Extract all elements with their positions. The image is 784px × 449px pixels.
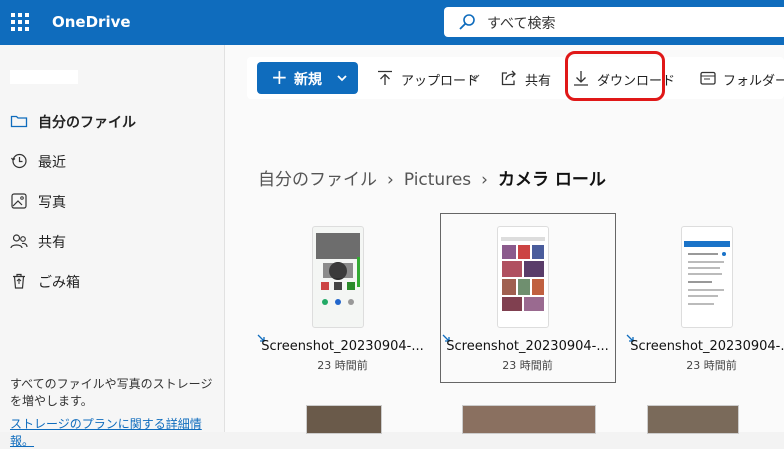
chevron-right-icon: › bbox=[387, 170, 394, 190]
plus-icon: + bbox=[271, 65, 288, 89]
file-name: Screenshot_20230904-... bbox=[446, 339, 609, 354]
search-input[interactable]: すべて検索 bbox=[487, 13, 555, 33]
file-tile[interactable]: Screenshot_20230904-... 23 時間前 bbox=[441, 212, 614, 372]
sidebar-item-label: 写真 bbox=[38, 195, 66, 211]
trash-icon bbox=[13, 273, 25, 289]
sidebar-item-my-files[interactable]: 自分のファイル bbox=[0, 105, 224, 139]
clock-icon bbox=[11, 153, 27, 169]
people-icon bbox=[10, 234, 28, 249]
file-thumbnail[interactable] bbox=[306, 405, 382, 434]
sidebar-item-recent[interactable]: 最近 bbox=[0, 145, 224, 179]
file-thumbnail bbox=[497, 226, 549, 328]
sidebar-item-label: 自分のファイル bbox=[38, 115, 136, 131]
breadcrumb-item[interactable]: 自分のファイル bbox=[258, 170, 377, 190]
storage-plans-link[interactable]: ストレージのプランに関する詳細情報。 bbox=[10, 415, 224, 449]
file-thumbnail bbox=[312, 226, 364, 328]
storage-promo-text: すべてのファイルや写真のストレージを増やします。 bbox=[10, 377, 213, 408]
share-label: 共有 bbox=[525, 74, 552, 89]
breadcrumb: 自分のファイル › Pictures › カメラ ロール bbox=[258, 165, 606, 190]
folder-icon bbox=[700, 71, 716, 85]
breadcrumb-item[interactable]: Pictures bbox=[404, 170, 471, 190]
sidebar-item-label: 共有 bbox=[38, 235, 66, 251]
account-name bbox=[10, 70, 78, 84]
file-thumbnail[interactable] bbox=[462, 405, 596, 434]
top-bar: OneDrive すべて検索 bbox=[0, 0, 784, 45]
breadcrumb-current: カメラ ロール bbox=[497, 170, 606, 190]
upload-label: アップロード bbox=[401, 74, 480, 89]
file-thumbnail[interactable] bbox=[647, 405, 739, 434]
command-bar: + 新規 アップロード 共有 ダウンロード フォルダー bbox=[247, 57, 784, 99]
annotation-highlight bbox=[565, 51, 665, 101]
sidebar-item-shared[interactable]: 共有 bbox=[0, 225, 224, 259]
upload-icon bbox=[378, 70, 392, 85]
app-title[interactable]: OneDrive bbox=[52, 13, 131, 31]
sidebar-item-recycle-bin[interactable]: ごみ箱 bbox=[0, 265, 224, 299]
new-button[interactable]: + 新規 bbox=[257, 62, 358, 94]
new-button-label: 新規 bbox=[294, 72, 322, 88]
chevron-right-icon: › bbox=[481, 170, 488, 190]
add-from-folder-label: フォルダーからア bbox=[723, 74, 784, 89]
sidebar: 自分のファイル 最近 写真 共有 ごみ箱 すべてのファイルや写真のストレージを増… bbox=[0, 45, 225, 448]
chevron-down-icon bbox=[470, 74, 480, 80]
file-modified: 23 時間前 bbox=[686, 359, 737, 372]
file-tile[interactable]: Screenshot_20230904-... 23 時間前 bbox=[256, 212, 429, 372]
file-tile[interactable]: Screenshot_20230904-... 23 時間前 bbox=[625, 212, 784, 372]
file-name: Screenshot_20230904-... bbox=[261, 339, 424, 354]
chevron-down-icon bbox=[337, 75, 347, 82]
sidebar-item-label: 最近 bbox=[38, 155, 66, 171]
file-modified: 23 時間前 bbox=[317, 359, 368, 372]
folder-icon bbox=[10, 115, 28, 128]
sidebar-item-label: ごみ箱 bbox=[38, 275, 80, 291]
file-thumbnail bbox=[681, 226, 733, 328]
share-icon bbox=[501, 70, 516, 86]
sidebar-item-photos[interactable]: 写真 bbox=[0, 185, 224, 219]
search-icon bbox=[459, 14, 475, 30]
photo-icon bbox=[11, 193, 27, 209]
app-launcher-icon[interactable] bbox=[9, 11, 31, 33]
file-name: Screenshot_20230904-... bbox=[630, 339, 784, 354]
add-from-folder-button[interactable]: フォルダーからア bbox=[699, 57, 784, 99]
upload-button[interactable]: アップロード bbox=[373, 57, 485, 99]
share-button[interactable]: 共有 bbox=[497, 57, 557, 99]
file-modified: 23 時間前 bbox=[502, 359, 553, 372]
search-box[interactable]: すべて検索 bbox=[444, 7, 784, 37]
